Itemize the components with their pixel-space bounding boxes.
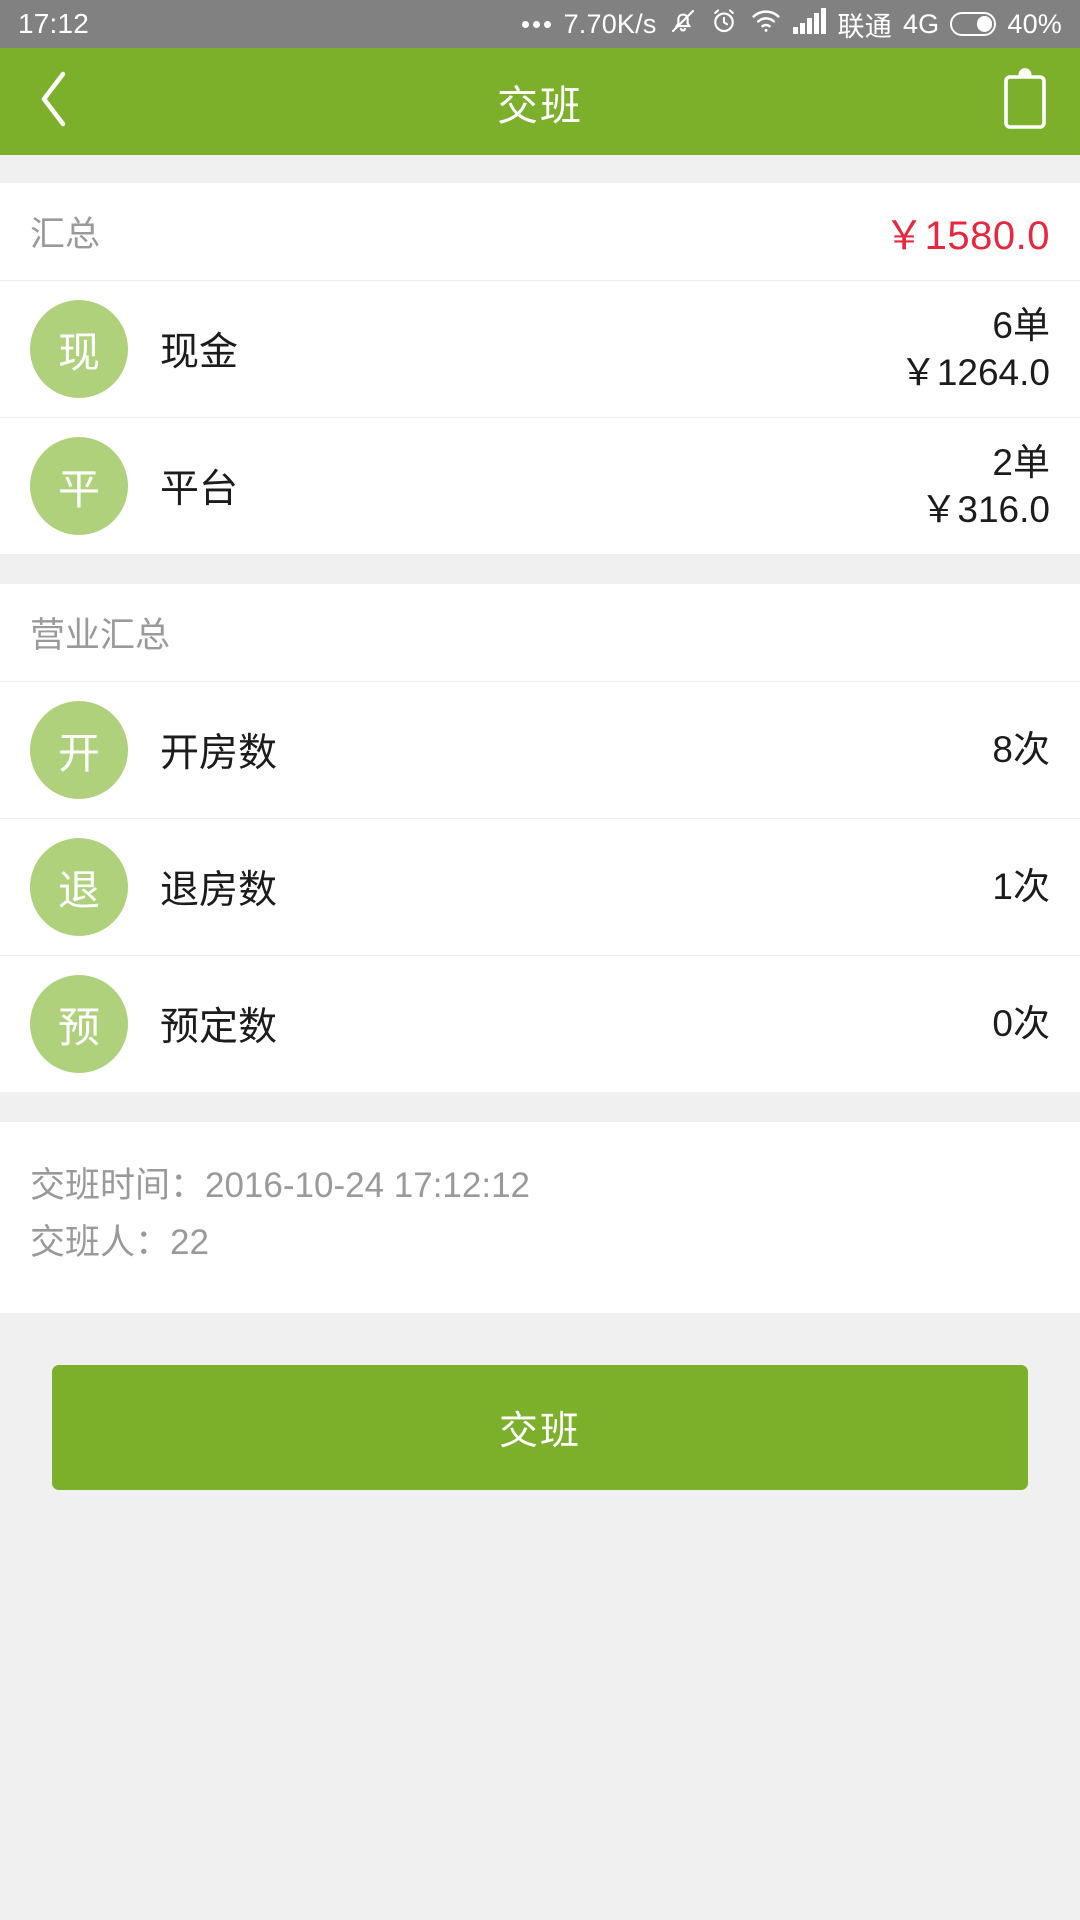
- page-title: 交班: [497, 82, 583, 129]
- summary-panel: 汇总 ￥1580.0 现 现金 6单 ￥1264.0 平 平台 2单 ￥316.…: [0, 183, 1080, 554]
- signal-bars-icon: [792, 7, 827, 41]
- stat-label-checkout: 退房数: [160, 869, 278, 912]
- payment-values-platform: 2单 ￥316.0: [920, 439, 1050, 534]
- payment-row-cash[interactable]: 现 现金 6单 ￥1264.0: [0, 281, 1080, 417]
- stat-badge-reservation: 预: [30, 975, 128, 1073]
- stat-row-reservation[interactable]: 预 预定数 0次: [0, 956, 1080, 1092]
- status-bar-indicators: 7.70K/s 联通 4G 40%: [521, 5, 1062, 44]
- stat-value-checkin: 8次: [992, 729, 1050, 771]
- payment-count-platform: 2单: [992, 441, 1050, 483]
- payment-amount-platform: ￥316.0: [920, 489, 1050, 530]
- carrier-label: 联通: [837, 11, 892, 42]
- payment-row-platform[interactable]: 平 平台 2单 ￥316.0: [0, 418, 1080, 554]
- battery-percent-label: 40%: [1007, 8, 1062, 39]
- network-type-label: 4G: [902, 8, 940, 39]
- section-spacer-top: [0, 155, 1080, 183]
- stat-value-wrap-reservation: 0次: [992, 1000, 1050, 1047]
- battery-icon: [950, 12, 997, 36]
- stat-value-wrap-checkout: 1次: [992, 863, 1050, 910]
- status-bar-clock: 17:12: [18, 8, 90, 39]
- submit-shift-button[interactable]: 交班: [52, 1365, 1028, 1491]
- app-screen: 17:12 7.70K/s 联通 4G 40% 交班 汇总 ￥1580.0 现 …: [0, 0, 1080, 1920]
- section-spacer-bottom: [0, 1092, 1080, 1122]
- business-summary-title: 营业汇总: [30, 616, 171, 655]
- payment-label-cash: 现金: [160, 331, 239, 374]
- stat-row-checkin[interactable]: 开 开房数 8次: [0, 682, 1080, 818]
- business-summary-panel: 营业汇总 开 开房数 8次 退 退房数 1次 预 预定数 0次: [0, 584, 1080, 1092]
- app-header: 交班: [0, 48, 1080, 155]
- shift-info-block: 交班时间：2016-10-24 17:12:12 交班人：22: [0, 1122, 1080, 1314]
- payment-label-platform: 平台: [160, 468, 239, 511]
- stat-label-checkin: 开房数: [160, 732, 278, 775]
- stat-value-reservation: 0次: [992, 1003, 1050, 1045]
- stat-row-checkout[interactable]: 退 退房数 1次: [0, 819, 1080, 955]
- alarm-clock-icon: [709, 6, 739, 43]
- summary-title: 汇总: [30, 215, 101, 254]
- summary-total-amount: ￥1580.0: [884, 213, 1050, 258]
- payment-amount-cash: ￥1264.0: [899, 352, 1050, 393]
- network-speed-label: 7.70K/s: [563, 8, 657, 39]
- stat-label-reservation: 预定数: [160, 1006, 278, 1049]
- payment-badge-cash: 现: [30, 300, 128, 398]
- shift-person-label: 交班人：22: [30, 1222, 209, 1262]
- more-dots-icon: [521, 20, 551, 28]
- status-bar: 17:12 7.70K/s 联通 4G 40%: [0, 0, 1080, 48]
- stat-badge-checkout: 退: [30, 838, 128, 936]
- payment-badge-platform: 平: [30, 437, 128, 535]
- business-summary-header-row: 营业汇总: [0, 584, 1080, 681]
- wifi-icon: [750, 8, 782, 41]
- payment-values-cash: 6单 ￥1264.0: [900, 302, 1050, 397]
- bell-muted-icon: [668, 6, 698, 43]
- stat-value-wrap-checkin: 8次: [992, 726, 1050, 773]
- stat-value-checkout: 1次: [992, 866, 1050, 908]
- shift-time-label: 交班时间：2016-10-24 17:12:12: [30, 1166, 530, 1205]
- action-area: 交班: [0, 1313, 1080, 1920]
- payment-count-cash: 6单: [992, 304, 1050, 346]
- summary-header-row: 汇总 ￥1580.0: [0, 183, 1080, 280]
- section-spacer-middle: [0, 554, 1080, 584]
- stat-badge-checkin: 开: [30, 701, 128, 799]
